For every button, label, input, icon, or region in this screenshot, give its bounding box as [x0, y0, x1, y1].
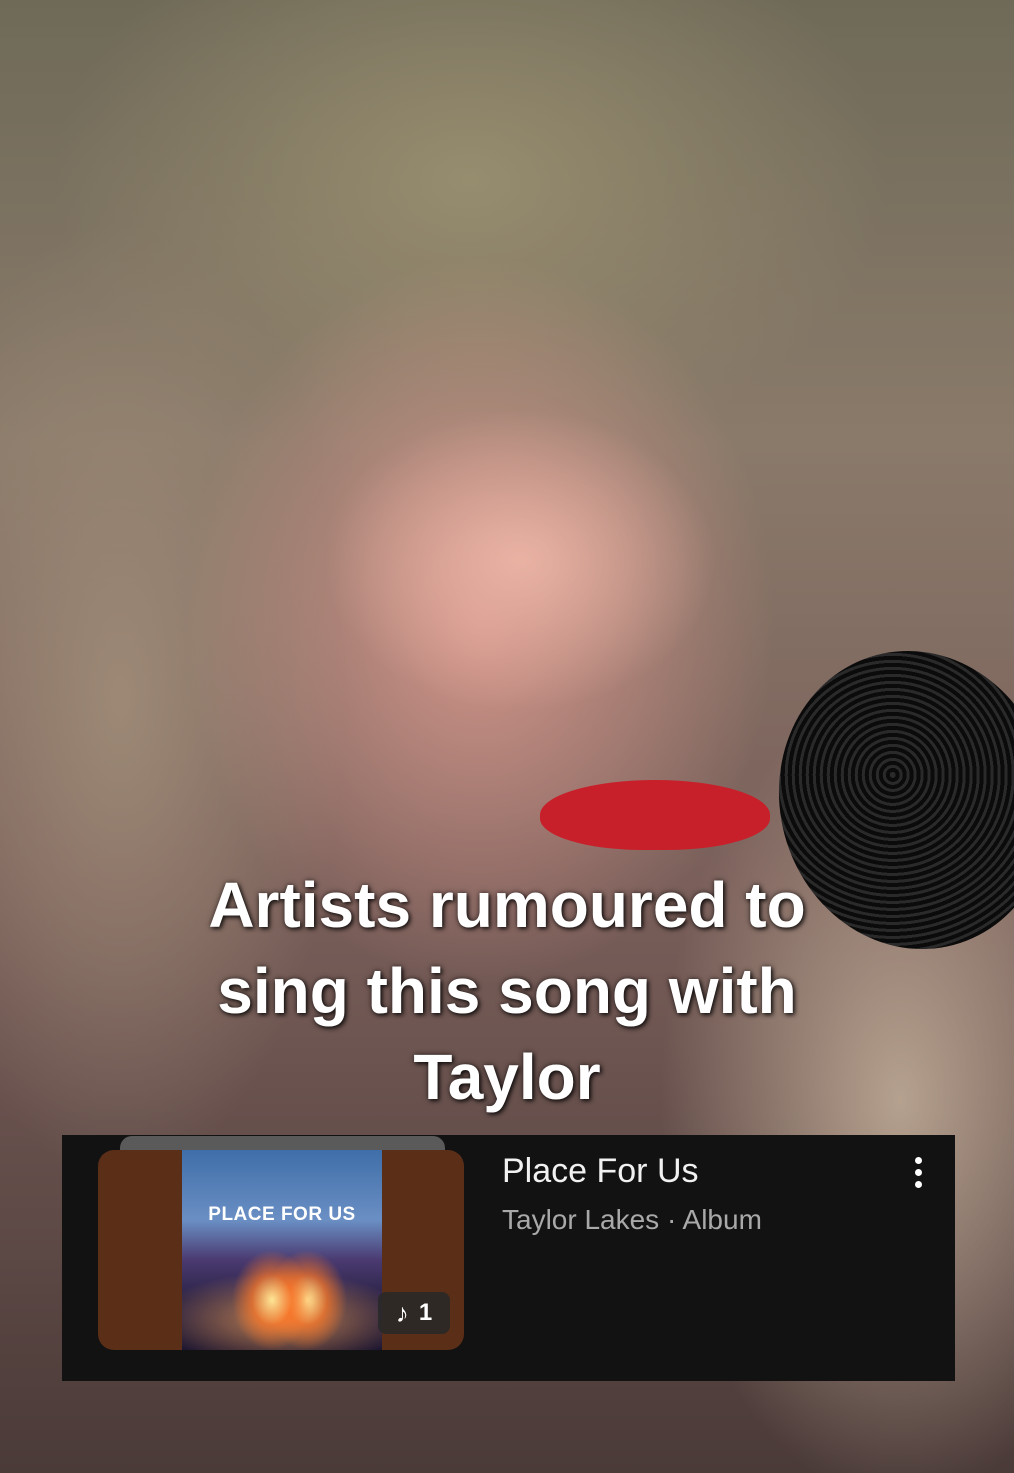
- album-art-title: PLACE FOR US: [208, 1204, 356, 1225]
- photo-lips: [540, 780, 770, 850]
- caption-line-1: Artists rumoured to: [208, 869, 806, 941]
- more-vertical-icon[interactable]: [900, 1152, 936, 1192]
- caption-line-2: sing this song with: [217, 955, 797, 1027]
- track-count: 1: [418, 1299, 433, 1326]
- track-count-badge: ♪ 1: [378, 1292, 450, 1334]
- album-title[interactable]: Place For Us: [502, 1152, 699, 1191]
- album-subtitle: Taylor Lakes · Album: [502, 1204, 762, 1235]
- video-caption: Artists rumoured to sing this song with …: [0, 862, 1014, 1120]
- album-art: PLACE FOR US: [182, 1150, 382, 1350]
- music-note-icon: ♪: [395, 1297, 409, 1328]
- caption-line-3: Taylor: [413, 1041, 601, 1113]
- stacked-card-edge: [120, 1136, 445, 1150]
